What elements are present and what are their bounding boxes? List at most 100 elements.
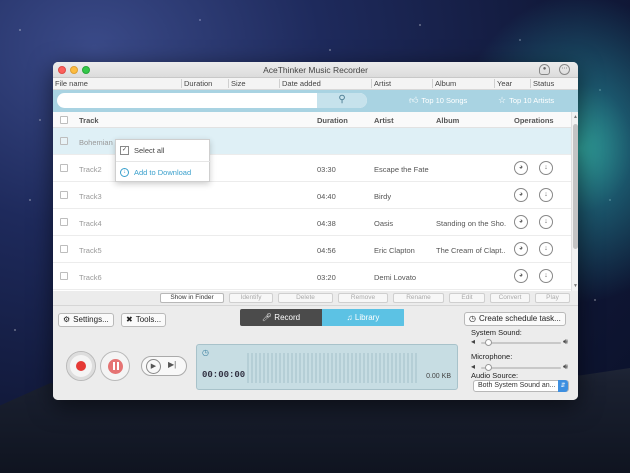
context-menu: ✓ Select all ↓ Add to Download: [115, 139, 211, 183]
app-window: AceThinker Music Recorder ● ⋯ File name …: [53, 62, 578, 400]
schedule-label: Create schedule task...: [478, 314, 561, 323]
track-name: Track3: [79, 192, 102, 201]
speaker-icon: 🔊︎: [563, 337, 569, 346]
track-artist: Birdy: [374, 192, 392, 201]
record-button[interactable]: [66, 351, 96, 381]
show-in-finder-button[interactable]: Show in Finder: [160, 293, 224, 303]
table-row[interactable]: Track4 04:38 Oasis Standing on the Sho..…: [53, 209, 571, 236]
remove-button[interactable]: Remove: [338, 293, 388, 303]
header-artist[interactable]: Artist: [374, 116, 394, 125]
menu-item-label: Select all: [134, 146, 165, 155]
window-title: AceThinker Music Recorder: [263, 65, 368, 75]
table-row[interactable]: Track5 04:56 Eric Clapton The Cream of C…: [53, 236, 571, 263]
scroll-down-arrow-icon[interactable]: ▼: [572, 283, 578, 289]
col-status[interactable]: Status: [530, 79, 554, 88]
table-row[interactable]: Track6 03:20 Demi Lovato ◕ ↓: [53, 263, 571, 290]
delete-button[interactable]: Delete: [278, 293, 333, 303]
track-name: Track4: [79, 219, 102, 228]
waveform-visualizer: [247, 353, 417, 383]
speaker-icon: 🔊︎: [563, 362, 569, 371]
vertical-scrollbar[interactable]: ▲ ▼: [571, 112, 578, 291]
pause-icon: [113, 362, 119, 370]
track-name: Track6: [79, 273, 102, 282]
top-songs-label: Top 10 Songs: [421, 96, 468, 105]
select-all-checkbox[interactable]: [60, 116, 68, 124]
track-duration: 03:20: [317, 273, 336, 282]
chat-icon[interactable]: ⋯: [559, 64, 570, 75]
menu-item-label: Add to Download: [134, 168, 192, 177]
recorder-panel: ⚙ Settings... ✖ Tools... 🎤︎ Record ♫ Libra…: [53, 305, 578, 400]
identify-button[interactable]: Identify: [229, 293, 273, 303]
col-artist[interactable]: Artist: [371, 79, 391, 88]
col-album[interactable]: Album: [432, 79, 456, 88]
download-icon[interactable]: ↓: [539, 242, 553, 256]
microphone-slider-knob[interactable]: [484, 364, 492, 371]
microphone-slider[interactable]: [481, 364, 561, 371]
track-artist: Oasis: [374, 219, 394, 228]
play-icon[interactable]: ▶: [146, 359, 161, 374]
headphones-icon[interactable]: ◕: [514, 188, 528, 202]
headphones-icon[interactable]: ◕: [514, 242, 528, 256]
rename-button[interactable]: Rename: [393, 293, 444, 303]
tools-button[interactable]: ✖ Tools...: [121, 313, 167, 327]
skip-next-icon[interactable]: ▶|: [168, 360, 176, 369]
row-checkbox[interactable]: [60, 218, 68, 226]
tab-record-label: Record: [274, 313, 301, 322]
col-year[interactable]: Year: [494, 79, 512, 88]
headphones-icon[interactable]: ◕: [514, 269, 528, 283]
top-artists-link[interactable]: ☆ Top 10 Artists: [498, 95, 554, 106]
music-note-icon: ♫: [346, 313, 353, 322]
menu-item-add-to-download[interactable]: ↓ Add to Download: [116, 162, 211, 183]
speaker-low-icon: ◂: [471, 337, 476, 346]
system-sound-slider[interactable]: [481, 339, 561, 346]
scroll-up-arrow-icon[interactable]: ▲: [572, 114, 578, 120]
row-checkbox[interactable]: [60, 164, 68, 172]
top-artists-label: Top 10 Artists: [509, 96, 555, 105]
table-header: Track Duration Artist Album Operations: [53, 112, 571, 128]
col-file-name[interactable]: File name: [53, 79, 88, 88]
maximize-window-button[interactable]: [82, 66, 90, 74]
convert-button[interactable]: Convert: [490, 293, 530, 303]
close-window-button[interactable]: [58, 66, 66, 74]
scroll-thumb[interactable]: [573, 124, 578, 249]
play-button[interactable]: Play: [535, 293, 570, 303]
audio-source-value: Both System Sound an...: [478, 382, 556, 389]
row-checkbox[interactable]: [60, 272, 68, 280]
settings-button[interactable]: ⚙ Settings...: [58, 313, 114, 327]
row-checkbox[interactable]: [60, 245, 68, 253]
star-icon: ☆: [498, 95, 507, 105]
system-sound-label: System Sound:: [471, 328, 522, 337]
create-schedule-task-button[interactable]: ◷ Create schedule task...: [464, 312, 566, 326]
header-track[interactable]: Track: [79, 116, 99, 125]
col-date-added[interactable]: Date added: [279, 79, 321, 88]
header-album[interactable]: Album: [436, 116, 459, 125]
col-size[interactable]: Size: [228, 79, 246, 88]
search-icon[interactable]: ⚲: [317, 93, 367, 108]
col-duration[interactable]: Duration: [181, 79, 212, 88]
download-icon[interactable]: ↓: [539, 269, 553, 283]
menu-item-select-all[interactable]: ✓ Select all: [116, 140, 211, 161]
table-row[interactable]: Track3 04:40 Birdy ◕ ↓: [53, 182, 571, 209]
download-icon[interactable]: ↓: [539, 215, 553, 229]
file-column-header: File name Duration Size Date added Artis…: [53, 78, 578, 90]
title-bar: AceThinker Music Recorder ● ⋯: [53, 62, 578, 78]
minimize-window-button[interactable]: [70, 66, 78, 74]
audio-source-select[interactable]: Both System Sound an... ⇵: [473, 380, 569, 392]
top-songs-link[interactable]: 👍︎ Top 10 Songs: [409, 95, 467, 106]
tab-record[interactable]: 🎤︎ Record: [240, 309, 322, 326]
headphones-icon[interactable]: ◕: [514, 215, 528, 229]
system-sound-slider-knob[interactable]: [484, 339, 492, 346]
user-icon[interactable]: ●: [539, 64, 550, 75]
download-icon[interactable]: ↓: [539, 161, 553, 175]
edit-button[interactable]: Edit: [449, 293, 485, 303]
speaker-low-icon: ◂: [471, 362, 476, 371]
row-checkbox[interactable]: [60, 191, 68, 199]
thumbs-up-icon: 👍︎: [409, 95, 419, 105]
row-checkbox[interactable]: [60, 137, 68, 145]
download-icon[interactable]: ↓: [539, 188, 553, 202]
tab-library[interactable]: ♫ Library: [322, 309, 404, 326]
playback-control[interactable]: ▶ ▶|: [141, 356, 187, 376]
header-duration[interactable]: Duration: [317, 116, 348, 125]
settings-label: Settings...: [73, 315, 109, 324]
headphones-icon[interactable]: ◕: [514, 161, 528, 175]
